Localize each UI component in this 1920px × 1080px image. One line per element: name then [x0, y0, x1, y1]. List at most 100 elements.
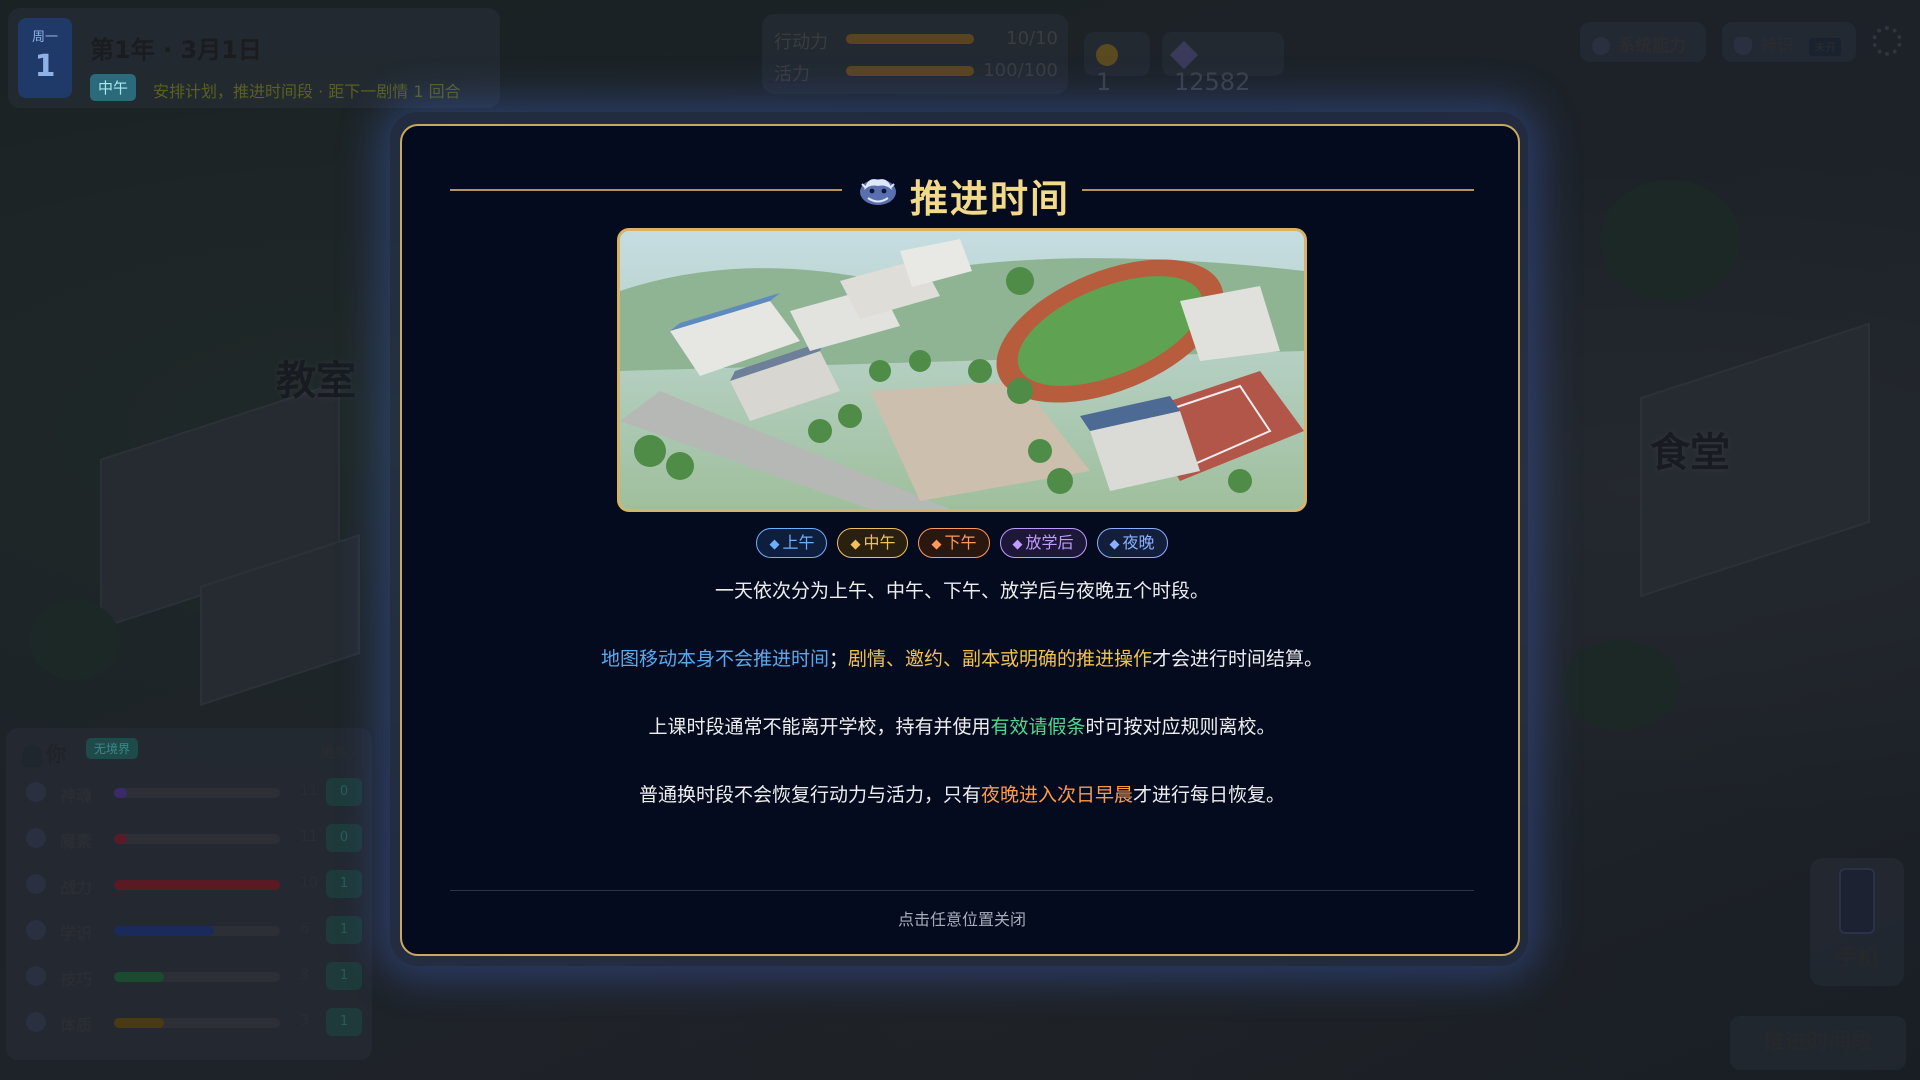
- mana-icon: [26, 828, 46, 848]
- gem-counter[interactable]: 12582: [1162, 32, 1284, 96]
- phone-label: 手机: [1834, 946, 1879, 971]
- attr-bar: [114, 972, 280, 982]
- action-points-row: 行动力 10/10: [774, 26, 1064, 53]
- action-points-label: 行动力: [774, 32, 828, 53]
- rule-text: ；: [828, 648, 848, 670]
- attr-bar-fill: [114, 926, 214, 936]
- diamond-icon: ◆: [1012, 537, 1023, 552]
- next-story-hint: 安排计划，推进时间段 · 距下一剧情 1 回合: [153, 82, 461, 101]
- attr-name: 魔素: [60, 832, 93, 851]
- period-chip-morning: ◆ 上午: [756, 528, 828, 558]
- attr-value: 6: [300, 921, 309, 937]
- gem-icon: [1169, 40, 1199, 70]
- diamond-icon: ◆: [850, 537, 861, 552]
- attr-bar-fill: [114, 834, 128, 844]
- footer-divider: [450, 890, 1474, 891]
- attr-value: 3: [300, 1013, 309, 1029]
- divine-sense-button[interactable]: 神识 未开: [1722, 22, 1856, 62]
- energy-stats-panel: 行动力 10/10 活力 100/100: [762, 14, 1068, 94]
- vitality-fill: [846, 66, 974, 76]
- attr-name: 技巧: [60, 970, 93, 989]
- highlight-map-move: 地图移动本身不会推进时间: [600, 648, 829, 670]
- rule-line-periods: 一天依次分为上午、中午、下午、放学后与夜晚五个时段。: [714, 580, 1209, 602]
- period-chip-night: ◆ 夜晚: [1096, 528, 1168, 558]
- highlight-advance-actions: 剧情、邀约、副本或明确的推进操作: [848, 648, 1153, 670]
- system-ability-button[interactable]: 系统能力: [1580, 22, 1706, 62]
- attr-value: 11: [300, 829, 318, 845]
- advance-time-button[interactable]: 推进时间段: [1730, 1016, 1906, 1070]
- divine-sense-label: 神识: [1760, 36, 1794, 56]
- attr-row-combat[interactable]: 战力 10 1: [22, 870, 362, 900]
- player-attributes-panel: 你 无境界 更多 › 神魂 11 0 魔素 11 0 战力 10 1 学识 6 …: [6, 728, 372, 1060]
- header-rule-right: [1082, 189, 1474, 191]
- soul-icon: [26, 782, 46, 802]
- dialog-header: 推进时间: [450, 162, 1474, 221]
- rule-line-leave-school: 上课时段通常不能离开学校，持有并使用有效请假条时可按对应规则离校。: [402, 712, 1522, 739]
- action-points-fill: [846, 34, 974, 44]
- period-chip-label: 放学后: [1025, 533, 1074, 552]
- player-name-text: 你: [46, 742, 66, 766]
- player-avatar-icon: [22, 744, 42, 767]
- highlight-daily-recovery: 夜晚进入次日早晨: [980, 784, 1133, 806]
- diamond-icon: ◆: [1109, 537, 1120, 552]
- combat-icon: [26, 874, 46, 894]
- more-attributes-link[interactable]: 更多 ›: [321, 742, 356, 761]
- advance-time-dialog[interactable]: 推进时间 ◆ 上午 ◆ 中午 ◆ 下午 ◆ 放学后 ◆ 夜晚 一天依次分为上午、…: [400, 124, 1520, 956]
- rule-text: 才会进行时间结算。: [1152, 648, 1324, 670]
- header-rule-left: [450, 189, 842, 191]
- rule-text: 普通换时段不会恢复行动力与活力，只有: [638, 784, 981, 806]
- action-points-bar: [846, 34, 974, 44]
- attr-row-physique[interactable]: 体质 3 1: [22, 1008, 362, 1038]
- gem-count: 12582: [1174, 68, 1251, 96]
- attr-bar: [114, 926, 280, 936]
- coin-count: 1: [1096, 68, 1112, 96]
- cultivation-realm-tag: 无境界: [86, 738, 139, 759]
- attr-level-box: 1: [326, 870, 362, 898]
- weekday-label: 周一: [31, 30, 58, 45]
- attr-row-soul[interactable]: 神魂 11 0: [22, 778, 362, 808]
- attr-value: 10: [300, 875, 318, 891]
- system-ability-label: 系统能力: [1618, 36, 1686, 56]
- attr-value: 3: [300, 967, 309, 983]
- attr-bar: [114, 834, 280, 844]
- period-chip-afternoon: ◆ 下午: [918, 528, 990, 558]
- flame-icon: [1734, 37, 1752, 55]
- diamond-icon: ◆: [769, 537, 780, 552]
- attr-value: 11: [300, 783, 318, 799]
- highlight-leave-slip: 有效请假条: [990, 716, 1086, 738]
- physique-icon: [26, 1012, 46, 1032]
- attr-bar-fill: [114, 1018, 164, 1028]
- dialog-title-group: 推进时间: [858, 162, 1068, 221]
- attr-bar-fill: [114, 880, 280, 890]
- divine-sense-badge: 未开: [1809, 38, 1842, 56]
- attr-bar-fill: [114, 788, 128, 798]
- close-hint[interactable]: 点击任意位置关闭: [402, 906, 1522, 930]
- coin-icon: [1096, 44, 1118, 66]
- skill-icon: [26, 966, 46, 986]
- attr-level-box: 1: [326, 1008, 362, 1036]
- attr-name: 学识: [60, 924, 93, 943]
- attr-row-knowledge[interactable]: 学识 6 1: [22, 916, 362, 946]
- attr-row-mana[interactable]: 魔素 11 0: [22, 824, 362, 854]
- phone-button[interactable]: 手机: [1810, 858, 1904, 986]
- period-chip-label: 夜晚: [1122, 533, 1155, 552]
- week-indicator: 周一 1: [18, 18, 72, 98]
- player-name: 你: [22, 738, 66, 767]
- attr-level-box: 1: [326, 916, 362, 944]
- coin-counter[interactable]: 1: [1084, 32, 1150, 96]
- attr-name: 体质: [60, 1016, 93, 1035]
- attr-bar: [114, 1018, 280, 1028]
- period-chip-noon: ◆ 中午: [837, 528, 909, 558]
- vitality-label: 活力: [774, 64, 810, 85]
- action-points-value: 10/10: [1006, 28, 1058, 49]
- attr-level-box: 0: [326, 778, 362, 806]
- diamond-icon: ◆: [931, 537, 942, 552]
- gear-icon[interactable]: [1872, 26, 1902, 56]
- attr-row-skill[interactable]: 技巧 3 1: [22, 962, 362, 992]
- attr-name: 战力: [60, 878, 93, 897]
- period-chip-after-school: ◆ 放学后: [999, 528, 1087, 558]
- attr-bar-fill: [114, 972, 164, 982]
- vitality-bar: [846, 66, 974, 76]
- week-number: 1: [34, 49, 56, 84]
- dragon-emblem-icon: [860, 179, 896, 205]
